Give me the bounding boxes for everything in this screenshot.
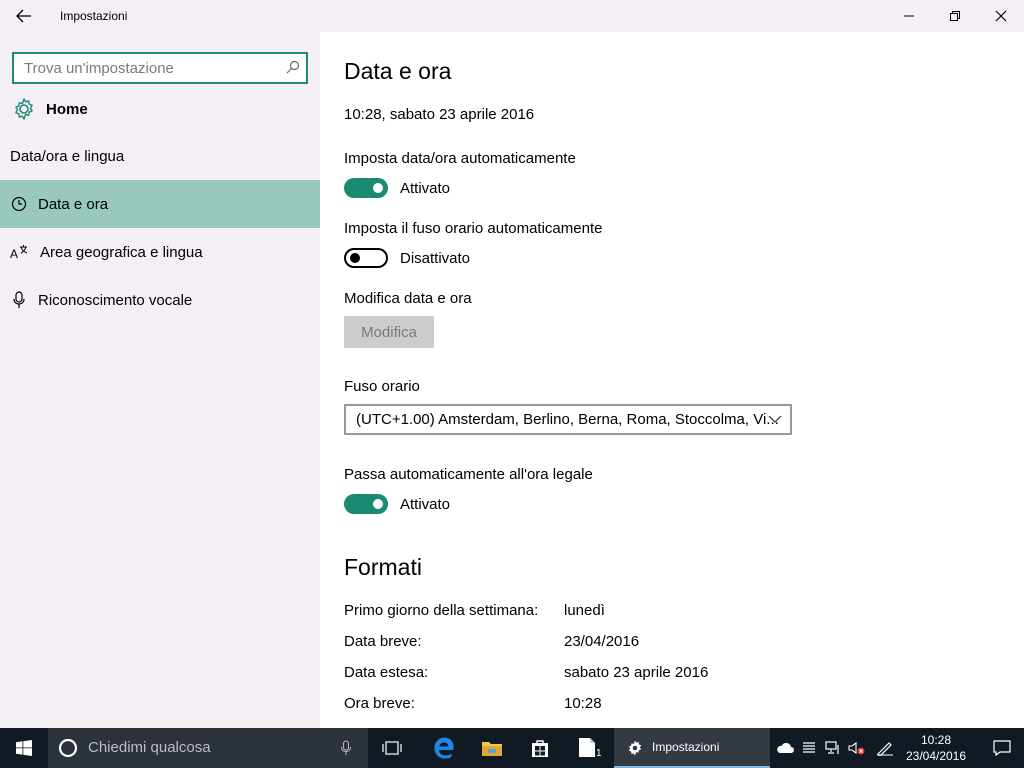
sidebar-item-area-geografica[interactable]: A Area geografica e lingua [0,228,320,276]
network-tray-icon[interactable] [822,728,844,768]
home-label: Home [46,100,88,118]
notifications-button[interactable] [980,728,1024,768]
gear-icon [15,98,33,120]
list-icon [803,742,815,753]
format-value: 23/04/2016 [564,633,640,650]
edge-button[interactable] [420,728,468,768]
sidebar: Trova un'impostazione Home Data/ora e li… [0,32,320,728]
auto-timezone-row: Disattivato [344,248,470,268]
folder-icon [482,742,502,756]
notepad-button[interactable]: 1 [564,728,612,768]
start-button[interactable] [0,728,48,768]
current-datetime: 10:28, sabato 23 aprile 2016 [344,106,535,123]
format-label: Data estesa: [344,664,429,681]
taskbar-clock[interactable]: 10:28 23/04/2016 [896,732,976,764]
timezone-dropdown[interactable]: (UTC+1.00) Amsterdam, Berlino, Berna, Ro… [344,404,792,435]
restore-button[interactable] [932,0,978,32]
svg-text:A: A [10,247,18,260]
dst-toggle[interactable] [344,494,388,514]
task-view-icon [382,741,402,755]
category-heading: Data/ora e lingua [10,148,125,165]
clock-icon [0,196,38,212]
title-bar: Impostazioni [0,0,1024,32]
auto-time-state: Attivato [400,179,451,197]
main-content: Data e ora 10:28, sabato 23 aprile 2016 … [320,32,1024,728]
home-link[interactable]: Home [12,94,312,124]
close-button[interactable] [978,0,1024,32]
action-center-icon[interactable] [798,728,820,768]
change-datetime-label: Modifica data e ora [344,290,472,307]
sidebar-item-riconoscimento-vocale[interactable]: Riconoscimento vocale [0,276,320,324]
speaker-muted-icon [848,741,865,755]
minimize-button[interactable] [886,0,932,32]
gear-icon [628,740,642,756]
auto-time-row: Attivato [344,178,450,198]
timezone-value: (UTC+1.00) Amsterdam, Berlino, Berna, Ro… [356,411,779,428]
app-badge: 1 [596,748,602,759]
windows-logo-icon [16,740,32,756]
back-button[interactable] [0,0,48,32]
pen-workspace-icon[interactable] [872,728,898,768]
change-datetime-button[interactable]: Modifica [344,316,434,348]
store-icon [532,740,548,757]
sidebar-item-label: Riconoscimento vocale [38,291,193,309]
close-icon [995,10,1007,22]
search-icon [286,60,300,74]
taskbar: Chiedimi qualcosa 1 Impostazioni 10:28 2… [0,728,1024,768]
dst-row: Attivato [344,494,450,514]
notification-icon [993,740,1011,756]
format-value: sabato 23 aprile 2016 [564,664,709,681]
sidebar-item-data-e-ora[interactable]: Data e ora [0,180,320,228]
cortana-search-box[interactable]: Chiedimi qualcosa [48,728,368,768]
format-value: 10:28 [564,695,602,712]
network-icon [825,741,839,754]
clock-time: 10:28 [920,733,952,747]
volume-tray-icon[interactable] [846,728,868,768]
file-explorer-button[interactable] [468,728,516,768]
microphone-icon [0,291,38,309]
cortana-placeholder: Chiedimi qualcosa [88,739,211,756]
auto-time-toggle[interactable] [344,178,388,198]
auto-timezone-toggle[interactable] [344,248,388,268]
minimize-icon [904,15,914,17]
sidebar-item-label: Data e ora [38,195,109,213]
restore-icon [950,11,960,21]
page-title: Data e ora [344,58,452,84]
pen-icon [877,742,893,756]
format-label: Primo giorno della settimana: [344,602,539,619]
clock-date: 23/04/2016 [905,749,967,763]
cloud-icon [777,742,794,753]
search-placeholder: Trova un'impostazione [24,60,174,77]
format-label: Data breve: [344,633,422,650]
format-value: lunedì [564,602,605,619]
edge-icon [434,737,454,759]
formats-title: Formati [344,554,422,580]
dst-label: Passa automaticamente all'ora legale [344,466,593,483]
store-button[interactable] [516,728,564,768]
cortana-icon [58,738,78,758]
chevron-down-icon [768,415,782,423]
dst-state: Attivato [400,495,451,513]
taskbar-app-label: Impostazioni [652,740,720,754]
back-arrow-icon [16,9,31,23]
timezone-label: Fuso orario [344,378,420,395]
taskbar-app-impostazioni[interactable]: Impostazioni [614,728,770,768]
sidebar-item-label: Area geografica e lingua [40,243,203,261]
auto-timezone-label: Imposta il fuso orario automaticamente [344,220,603,237]
search-input[interactable]: Trova un'impostazione [12,52,308,84]
auto-timezone-state: Disattivato [400,249,471,267]
task-view-button[interactable] [370,728,414,768]
format-label: Ora breve: [344,695,415,712]
onedrive-tray-icon[interactable] [774,728,796,768]
microphone-icon [341,740,351,755]
language-icon: A [0,244,38,260]
window-title: Impostazioni [60,9,128,23]
auto-time-label: Imposta data/ora automaticamente [344,150,576,167]
